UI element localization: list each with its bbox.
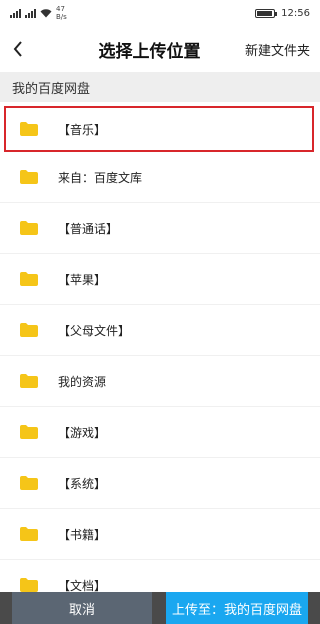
network-speed-value: 47 xyxy=(56,5,65,13)
signal-icon-2 xyxy=(25,8,36,18)
network-speed-unit: B/s xyxy=(56,13,67,21)
folder-item[interactable]: 【苹果】 xyxy=(0,254,320,305)
folder-label: 【苹果】 xyxy=(58,272,107,287)
folder-item[interactable]: 我的资源 xyxy=(0,356,320,407)
folder-icon xyxy=(20,272,38,286)
folder-label: 【父母文件】 xyxy=(58,323,131,338)
folder-label: 【音乐】 xyxy=(58,122,107,137)
folder-item[interactable]: 【书籍】 xyxy=(0,509,320,560)
folder-icon xyxy=(20,374,38,388)
upload-button[interactable]: 上传至：我的百度网盘 xyxy=(166,592,308,624)
folder-item[interactable]: 【游戏】 xyxy=(0,407,320,458)
folder-item[interactable]: 来自：百度文库 xyxy=(0,152,320,203)
folder-icon xyxy=(20,425,38,439)
cancel-button[interactable]: 取消 xyxy=(12,592,152,624)
folder-icon xyxy=(20,476,38,490)
network-speed: 47 B/s xyxy=(56,5,67,21)
folder-item[interactable]: 【文档】 xyxy=(0,560,320,592)
section-header: 我的百度网盘 xyxy=(0,72,320,102)
status-bar: 47 B/s 12:56 xyxy=(0,0,320,26)
folder-label: 来自：百度文库 xyxy=(58,170,143,185)
wifi-icon xyxy=(40,8,52,18)
folder-icon xyxy=(20,323,38,337)
chevron-left-icon xyxy=(13,41,22,57)
folder-item[interactable]: 【父母文件】 xyxy=(0,305,320,356)
folder-label: 【文档】 xyxy=(58,578,107,593)
back-button[interactable] xyxy=(0,26,36,72)
folder-item-music[interactable]: 【音乐】 xyxy=(4,106,314,152)
battery-icon xyxy=(255,8,278,18)
folder-icon xyxy=(20,578,38,592)
folder-icon xyxy=(20,122,38,136)
folder-label: 【系统】 xyxy=(58,476,107,491)
status-time: 12:56 xyxy=(281,7,310,19)
status-left: 47 B/s xyxy=(10,5,67,21)
folder-label: 【普通话】 xyxy=(58,221,119,236)
status-right: 12:56 xyxy=(255,8,310,19)
page-title: 选择上传位置 xyxy=(98,41,201,62)
folder-label: 我的资源 xyxy=(58,374,107,389)
folder-icon xyxy=(20,170,38,184)
folder-icon xyxy=(20,527,38,541)
folder-label: 【书籍】 xyxy=(58,527,107,542)
folder-list: 【音乐】 来自：百度文库 【普通话】 【苹果】 【父母文件】 我的资源 【游戏】… xyxy=(0,102,320,592)
header: 选择上传位置 新建文件夹 xyxy=(0,26,320,72)
folder-label: 【游戏】 xyxy=(58,425,107,440)
folder-item[interactable]: 【系统】 xyxy=(0,458,320,509)
signal-icon xyxy=(10,8,21,18)
folder-item[interactable]: 【普通话】 xyxy=(0,203,320,254)
bottom-bar: 取消 上传至：我的百度网盘 xyxy=(0,592,320,624)
folder-icon xyxy=(20,221,38,235)
new-folder-button[interactable]: 新建文件夹 xyxy=(245,40,320,59)
